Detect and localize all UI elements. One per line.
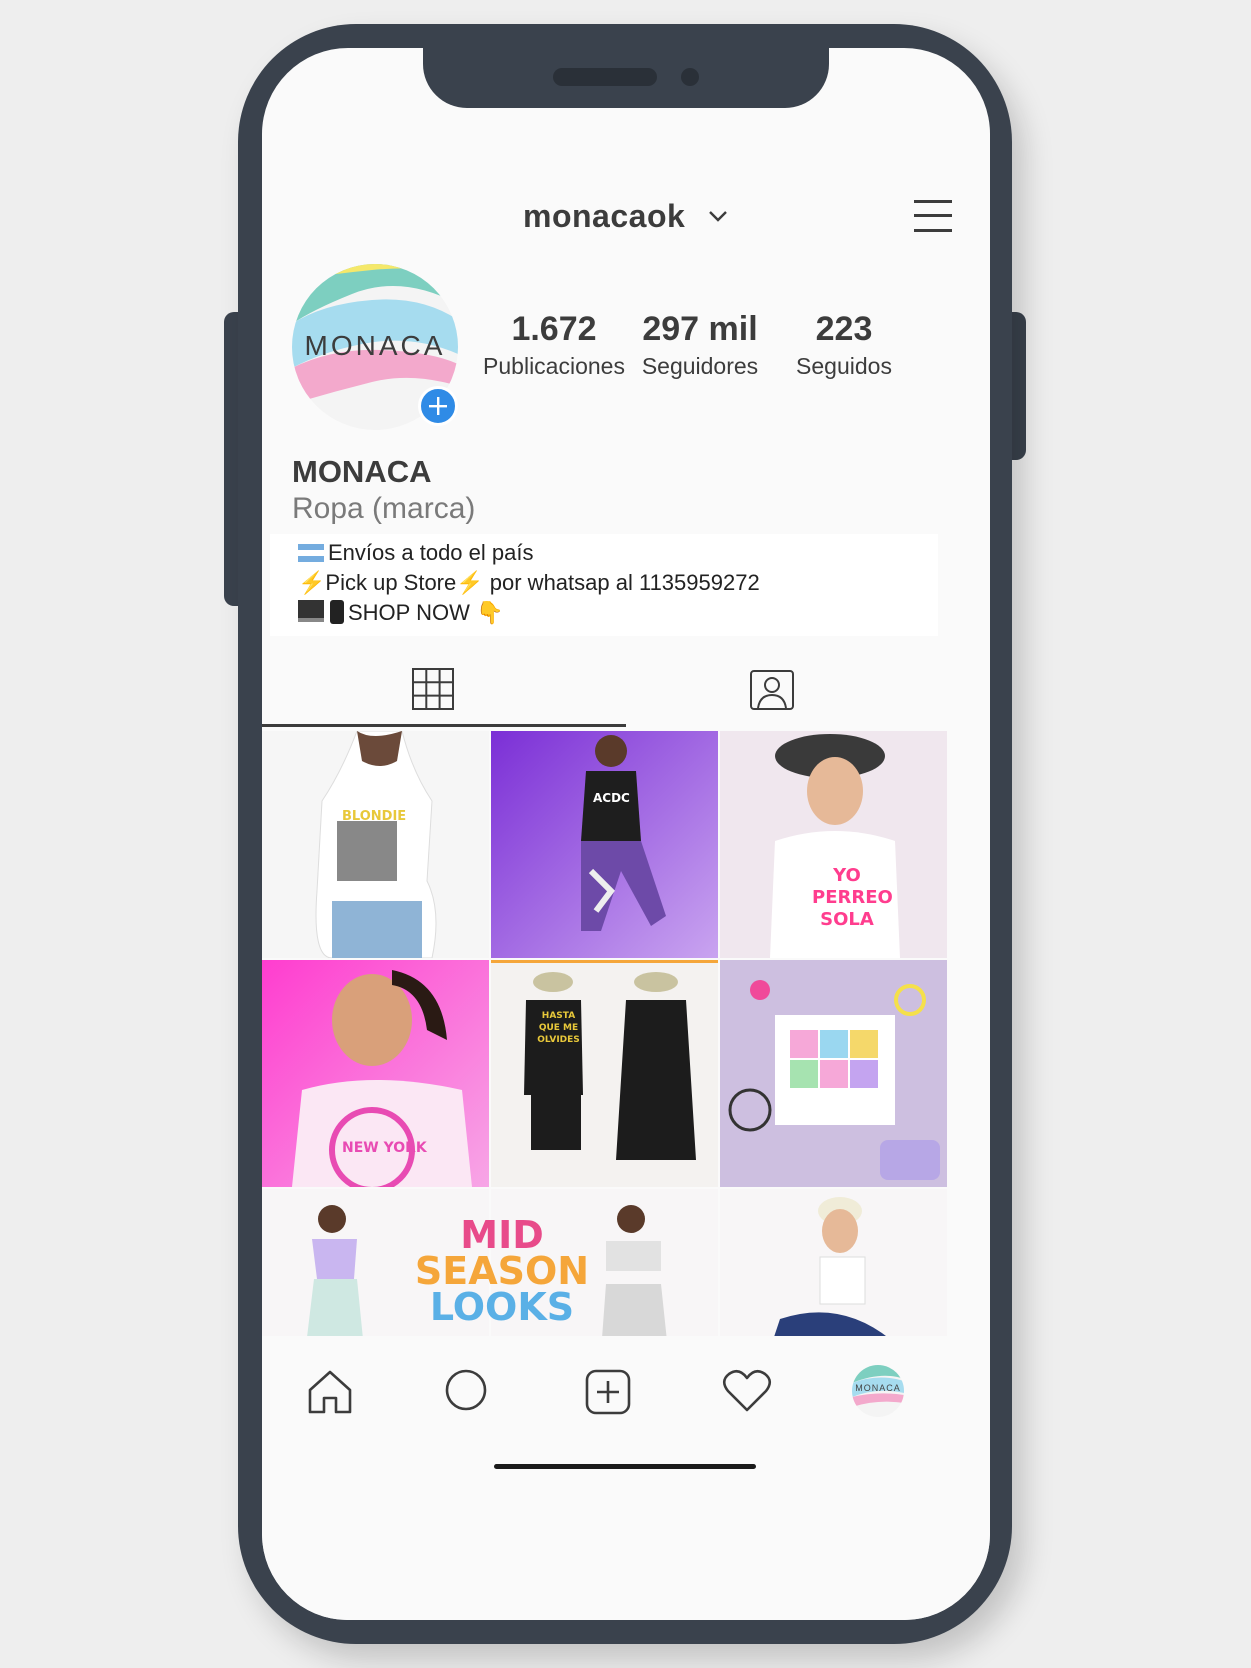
laptop-icon xyxy=(298,600,324,622)
home-indicator-bar[interactable] xyxy=(494,1464,756,1469)
bio-line-shipping: Envíos a todo el país xyxy=(298,540,533,566)
speaker-grille xyxy=(553,68,657,86)
post-photo xyxy=(315,731,437,958)
lightning-icon: ⚡ xyxy=(298,570,326,595)
mobile-phone-icon xyxy=(330,600,344,624)
active-tab-indicator xyxy=(262,724,626,727)
post-tile[interactable]: NEW YORK xyxy=(262,960,489,1187)
promo-text-line: SEASON xyxy=(414,1249,590,1293)
stat-label: Seguidos xyxy=(796,353,892,379)
tee-print-text: ACDC xyxy=(593,791,630,805)
bio-text: por whatsap al 1135959272 xyxy=(483,570,760,595)
bio-text: Envíos a todo el país xyxy=(328,540,534,565)
profile-name: MONACA xyxy=(292,454,432,489)
stat-value: 297 mil xyxy=(642,310,758,348)
stat-label: Publicaciones xyxy=(483,353,625,379)
phone-notch xyxy=(423,48,829,108)
stat-value: 1.672 xyxy=(511,310,597,348)
tagged-person-icon[interactable] xyxy=(750,670,794,710)
username-switcher[interactable]: monacaok xyxy=(523,198,685,235)
add-story-button[interactable] xyxy=(418,386,458,426)
mid-season-looks-text: MID SEASON LOOKS xyxy=(402,1213,602,1329)
bottom-nav-bar: MONACA xyxy=(262,1336,990,1620)
lightning-icon: ⚡ xyxy=(456,570,484,595)
stat-seguidores[interactable]: 297 mil Seguidores xyxy=(632,310,768,380)
chevron-down-icon[interactable] xyxy=(706,204,730,228)
stat-value: 223 xyxy=(815,310,873,348)
front-camera xyxy=(681,68,699,86)
tee-print-text: NEW YORK xyxy=(342,1140,427,1156)
bio-line-pickup: ⚡Pick up Store⚡ por whatsap al 113595927… xyxy=(298,570,760,596)
profile-tabs xyxy=(262,644,990,728)
tee-print-text: YO PERREO SOLA xyxy=(812,865,893,930)
post-photo xyxy=(728,980,940,1180)
bio-line-shop: SHOP NOW 👇 xyxy=(298,600,503,626)
home-icon[interactable] xyxy=(306,1368,354,1416)
avatar-brand-text: MONACA xyxy=(855,1383,901,1393)
promo-text-line: MID xyxy=(460,1213,544,1257)
activity-heart-icon[interactable] xyxy=(722,1368,772,1414)
profile-category: Ropa (marca) xyxy=(292,492,476,525)
profile-avatar[interactable]: MONACA xyxy=(852,1365,904,1417)
post-photo xyxy=(581,735,666,931)
post-tile[interactable]: HASTA QUE ME OLVIDES xyxy=(491,960,718,1187)
pointing-down-icon: 👇 xyxy=(469,600,504,625)
search-icon[interactable] xyxy=(444,1368,488,1412)
tee-print-text: HASTA QUE ME OLVIDES xyxy=(537,1011,580,1045)
stat-seguidos[interactable]: 223 Seguidos xyxy=(782,310,906,380)
promo-text-line: LOOKS xyxy=(429,1285,575,1329)
hamburger-menu-icon[interactable] xyxy=(912,198,954,234)
post-photo xyxy=(491,960,718,1160)
profile-header: monacaok xyxy=(262,198,990,248)
post-tile[interactable]: ACDC xyxy=(491,731,718,958)
phone-screen: monacaok MONACA 1.672 Publicaciones 297 … xyxy=(262,48,990,1620)
avatar-brand-text: MONACA xyxy=(304,330,446,361)
stat-label: Seguidores xyxy=(641,353,759,379)
profile-bio: Envíos a todo el país ⚡Pick up Store⚡ po… xyxy=(270,534,938,636)
bio-text: Pick up Store xyxy=(325,570,457,595)
post-tile[interactable]: YO PERREO SOLA xyxy=(720,731,947,958)
plus-icon xyxy=(429,397,447,415)
post-tile[interactable]: BLONDIE xyxy=(262,731,489,958)
stat-publicaciones[interactable]: 1.672 Publicaciones xyxy=(478,310,630,380)
tee-print-text: BLONDIE xyxy=(342,809,407,824)
post-tile[interactable] xyxy=(720,960,947,1187)
bio-text: SHOP NOW xyxy=(348,600,470,625)
grid-icon[interactable] xyxy=(412,668,454,710)
argentina-flag-icon xyxy=(298,544,324,562)
new-post-icon[interactable] xyxy=(584,1368,632,1416)
